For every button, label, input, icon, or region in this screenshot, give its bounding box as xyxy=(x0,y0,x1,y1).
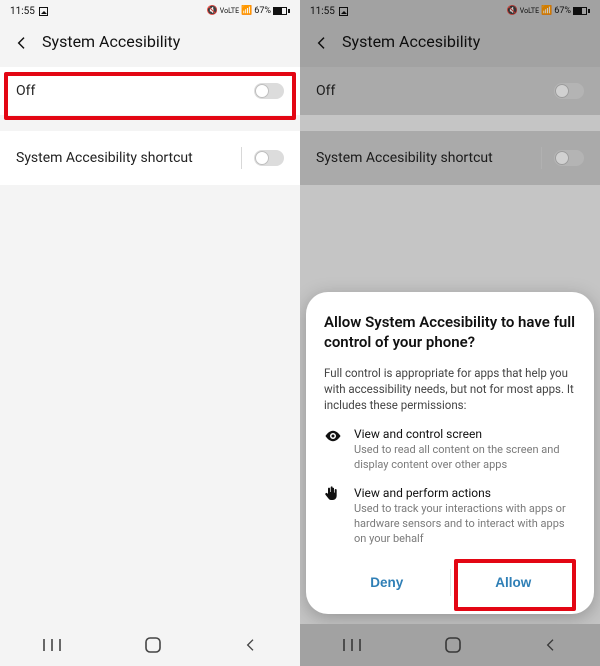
nav-recent-icon[interactable] xyxy=(341,637,363,653)
row-main-label: Off xyxy=(16,83,35,99)
signal-icon: 📶 xyxy=(541,6,552,16)
dialog-title: Allow System Accesibility to have full c… xyxy=(324,312,576,353)
page-title: System Accesibility xyxy=(342,32,480,51)
row-main-label: Off xyxy=(316,83,335,99)
network-label: VoLTE xyxy=(520,8,539,15)
row-shortcut[interactable]: System Accesibility shortcut xyxy=(300,131,600,185)
back-icon[interactable] xyxy=(314,35,328,49)
status-bar: 11:55 🔇 VoLTE 📶 67% xyxy=(300,0,600,22)
row-shortcut-label: System Accesibility shortcut xyxy=(316,150,493,166)
row-shortcut-label: System Accesibility shortcut xyxy=(16,150,193,166)
mute-icon: 🔇 xyxy=(207,6,218,16)
nav-back-icon[interactable] xyxy=(543,637,559,653)
title-bar: System Accesibility xyxy=(300,22,600,67)
eye-icon xyxy=(324,427,342,473)
network-label: VoLTE xyxy=(220,8,239,15)
divider xyxy=(541,147,542,169)
page-title: System Accesibility xyxy=(42,32,180,51)
toggle-shortcut[interactable] xyxy=(254,150,284,166)
row-main-toggle[interactable]: Off xyxy=(0,67,300,115)
nav-back-icon[interactable] xyxy=(243,637,259,653)
permission-item: View and perform actions Used to track y… xyxy=(324,486,576,547)
mute-icon: 🔇 xyxy=(507,6,518,16)
deny-button[interactable]: Deny xyxy=(324,561,450,604)
clock: 11:55 xyxy=(310,6,335,17)
allow-button[interactable]: Allow xyxy=(451,561,577,604)
row-shortcut[interactable]: System Accesibility shortcut xyxy=(0,131,300,185)
phone-screenshot-left: 11:55 🔇 VoLTE 📶 67% System Accesibility … xyxy=(0,0,300,666)
status-bar: 11:55 🔇 VoLTE 📶 67% xyxy=(0,0,300,22)
dialog-description: Full control is appropriate for apps tha… xyxy=(324,365,576,413)
screenshot-icon xyxy=(339,7,348,16)
permission-title: View and perform actions xyxy=(354,486,576,500)
row-main-toggle[interactable]: Off xyxy=(300,67,600,115)
permission-subtitle: Used to track your interactions with app… xyxy=(354,502,576,547)
battery-percent: 67% xyxy=(554,6,571,16)
nav-bar xyxy=(300,624,600,666)
nav-home-icon[interactable] xyxy=(144,636,162,654)
screenshot-icon xyxy=(39,7,48,16)
nav-home-icon[interactable] xyxy=(444,636,462,654)
nav-bar xyxy=(0,624,300,666)
dialog-actions: Deny Allow xyxy=(324,561,576,604)
title-bar: System Accesibility xyxy=(0,22,300,67)
permission-title: View and control screen xyxy=(354,427,576,441)
hand-icon xyxy=(324,486,342,547)
toggle-main[interactable] xyxy=(554,83,584,99)
battery-percent: 67% xyxy=(254,6,271,16)
clock: 11:55 xyxy=(10,6,35,17)
signal-icon: 📶 xyxy=(241,6,252,16)
permission-subtitle: Used to read all content on the screen a… xyxy=(354,443,576,473)
back-icon[interactable] xyxy=(14,35,28,49)
toggle-shortcut[interactable] xyxy=(554,150,584,166)
battery-icon xyxy=(573,7,590,15)
nav-recent-icon[interactable] xyxy=(41,637,63,653)
permission-dialog: Allow System Accesibility to have full c… xyxy=(306,292,594,614)
phone-screenshot-right: 11:55 🔇 VoLTE 📶 67% System Accesibility … xyxy=(300,0,600,666)
battery-icon xyxy=(273,7,290,15)
toggle-main[interactable] xyxy=(254,83,284,99)
permission-item: View and control screen Used to read all… xyxy=(324,427,576,473)
divider xyxy=(241,147,242,169)
